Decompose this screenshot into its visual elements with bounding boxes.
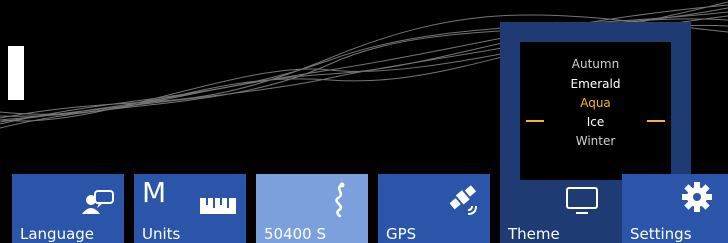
gps-label: GPS <box>386 225 417 243</box>
units-label: Units <box>142 225 181 243</box>
settings-tile[interactable]: Settings <box>622 174 728 243</box>
theme-option[interactable]: Autumn <box>520 57 671 71</box>
theme-picker-list[interactable]: Autumn Emerald Aqua Ice Winter <box>520 42 671 180</box>
left-edge-tab[interactable] <box>8 46 24 100</box>
speech-person-icon <box>82 190 114 214</box>
monitor-icon <box>566 187 598 214</box>
theme-option[interactable]: Emerald <box>520 77 671 91</box>
units-tile[interactable]: M Units <box>134 174 246 243</box>
theme-option[interactable]: Winter <box>520 134 671 148</box>
units-letter: M <box>142 176 167 209</box>
theme-option-selected[interactable]: Aqua <box>520 96 671 110</box>
theme-option[interactable]: Ice <box>520 115 671 129</box>
language-label: Language <box>20 225 95 243</box>
ruler-icon <box>200 198 236 214</box>
satellite-icon <box>449 185 477 215</box>
duration-tile[interactable]: 50400 S <box>256 174 368 243</box>
route-icon <box>335 182 345 218</box>
theme-label: Theme <box>508 225 560 243</box>
language-tile[interactable]: Language <box>12 174 124 243</box>
app-stage: Language M Units 50400 S GPS Autumn Emer… <box>0 0 728 243</box>
settings-label: Settings <box>630 225 692 243</box>
gps-tile[interactable]: GPS <box>378 174 490 243</box>
gear-icon <box>682 182 712 212</box>
duration-label: 50400 S <box>264 225 327 243</box>
